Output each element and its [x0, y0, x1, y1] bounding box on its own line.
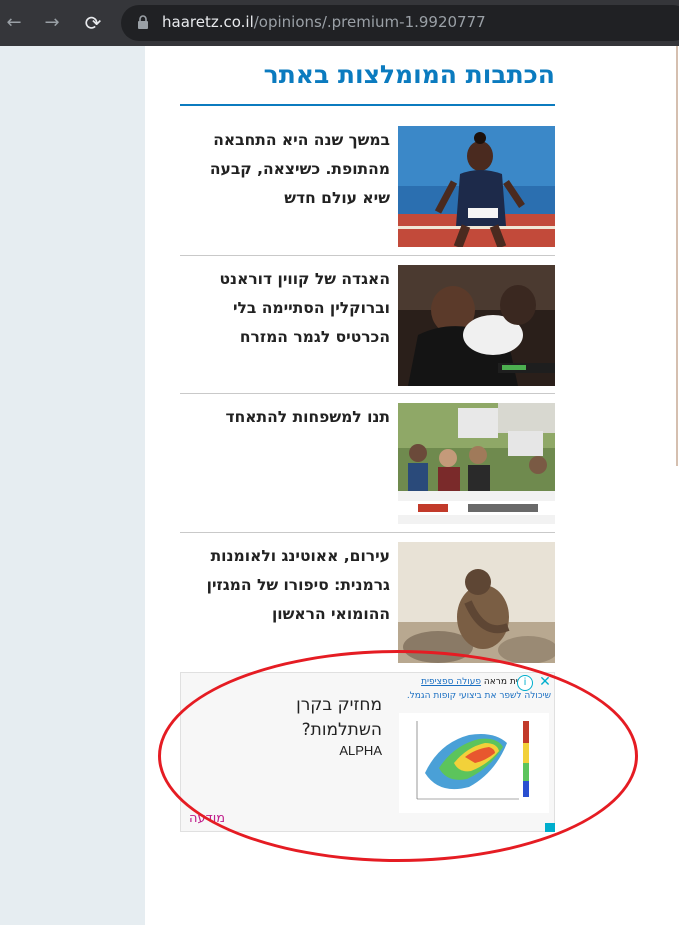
article-thumbnail[interactable] [398, 126, 555, 247]
article-item[interactable]: תנו למשפחות להתאחד [180, 403, 555, 525]
basketball-photo [398, 265, 555, 386]
reload-icon[interactable]: ⟳ [79, 9, 107, 37]
page-left-gutter [0, 46, 145, 925]
arrow-right-icon[interactable]: → [38, 9, 66, 37]
article-title[interactable]: תנו למשפחות להתאחד [180, 403, 390, 432]
ad-brand[interactable]: ALPHA [339, 743, 382, 758]
adchoices-icon[interactable] [545, 823, 555, 832]
close-icon[interactable]: ✕ [536, 673, 554, 691]
ad-label: מודעה [189, 811, 226, 826]
article-title[interactable]: האגדה של קווין דוראנט וברוקלין הסתיימה ב… [180, 265, 390, 352]
lock-icon[interactable] [137, 15, 149, 30]
url-text[interactable]: haaretz.co.il/opinions/.premium-1.992077… [162, 13, 486, 31]
article-divider [180, 532, 555, 533]
sepia-nude-photo [398, 542, 555, 663]
ad-image[interactable] [399, 713, 549, 813]
address-bar[interactable]: haaretz.co.il/opinions/.premium-1.992077… [121, 5, 679, 41]
url-path: /opinions/.premium-1.9920777 [253, 13, 486, 31]
adjacent-content-edge [676, 46, 678, 466]
article-divider [180, 255, 555, 256]
title-underline [180, 104, 555, 106]
article-item[interactable]: במשך שנה היא התחבאה מהתופת. כשיצאה, קבעה… [180, 126, 555, 248]
scatter-plot-graphic [399, 713, 549, 813]
arrow-left-icon[interactable]: ← [0, 9, 28, 37]
article-thumbnail[interactable] [398, 265, 555, 386]
info-icon[interactable]: i [517, 675, 533, 691]
advertisement[interactable]: מחזיק בקרן השתלמות? ALPHA מודעה חודית מר… [180, 672, 555, 832]
ad-caption-line1[interactable]: חודית מראה פעולה ספציפית [371, 677, 531, 687]
article-item[interactable]: עירום, אאוטינג ולאומנות גרמנית: סיפורו ש… [180, 542, 555, 664]
url-host: haaretz.co.il [162, 13, 254, 31]
article-divider [180, 393, 555, 394]
article-thumbnail[interactable] [398, 403, 555, 524]
article-item[interactable]: האגדה של קווין דוראנט וברוקלין הסתיימה ב… [180, 265, 555, 387]
article-thumbnail[interactable] [398, 542, 555, 663]
ad-caption-link[interactable]: פעולה ספציפית [421, 677, 481, 687]
protest-photo [398, 403, 555, 524]
ad-headline[interactable]: מחזיק בקרן השתלמות? [212, 693, 382, 743]
ad-caption-line2[interactable]: שיכולה לשפר את ביצועי קופות הגמל. [371, 691, 551, 701]
browser-toolbar: ← → ⟳ haaretz.co.il/opinions/.premium-1.… [0, 0, 679, 46]
runner-photo [398, 126, 555, 247]
section-title: הכתבות המומלצות באתר [263, 60, 555, 89]
article-title[interactable]: עירום, אאוטינג ולאומנות גרמנית: סיפורו ש… [180, 542, 390, 629]
article-title[interactable]: במשך שנה היא התחבאה מהתופת. כשיצאה, קבעה… [180, 126, 390, 213]
